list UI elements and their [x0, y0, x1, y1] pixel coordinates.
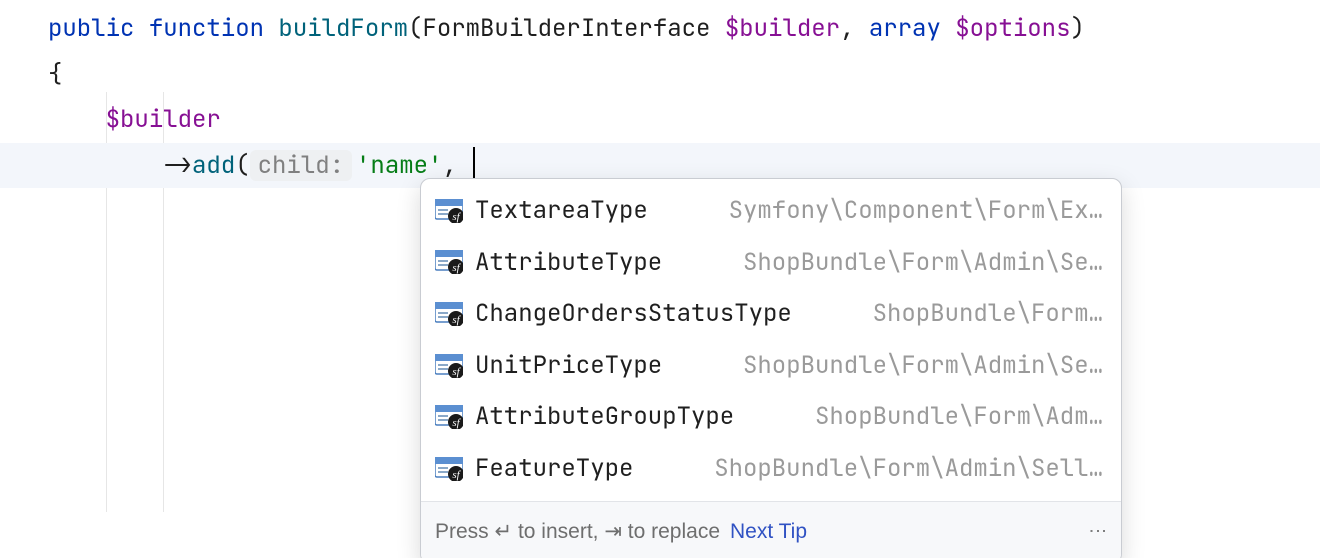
completion-label: AttributeGroupType [475, 394, 734, 440]
completion-label: ChangeOrdersStatusType [475, 291, 792, 337]
string-literal: 'name' [356, 150, 442, 181]
symfony-form-icon: sf [435, 199, 463, 223]
next-tip-link[interactable]: Next Tip [730, 512, 807, 552]
var-builder: $builder [725, 13, 840, 44]
completion-namespace: ShopBundle\Form… [853, 291, 1103, 337]
completion-item[interactable]: sf UnitPriceType ShopBundle\Form\Admin\S… [421, 340, 1121, 392]
type-name: FormBuilderInterface [422, 13, 710, 44]
param-hint-child: child: [250, 150, 352, 181]
completion-label: UnitPriceType [475, 343, 662, 389]
code-line: $builder [0, 97, 1320, 143]
completion-label: AttributeType [475, 240, 662, 286]
var-builder-2: $builder [106, 104, 221, 135]
keyword-array: array [869, 13, 941, 44]
symfony-form-icon: sf [435, 354, 463, 378]
completion-item[interactable]: sf AttributeType ShopBundle\Form\Admin\S… [421, 237, 1121, 289]
completion-footer: Press ↵ to insert, ⇥ to replace Next Tip… [421, 501, 1121, 558]
completion-list[interactable]: sf TextareaType Symfony\Component\Form\E… [421, 179, 1121, 501]
completion-item[interactable]: sf AttributeGroupType ShopBundle\Form\Ad… [421, 391, 1121, 443]
code-line: { [0, 52, 1320, 98]
code-line: public function buildForm(FormBuilderInt… [0, 6, 1320, 52]
completion-item[interactable]: sf ChangeOrdersStatusType ShopBundle\For… [421, 288, 1121, 340]
keyword-function: function [149, 13, 264, 44]
function-name: buildForm [278, 13, 408, 44]
arrow-op: -> [163, 150, 192, 181]
footer-hint: Press ↵ to insert, ⇥ to replace [435, 512, 720, 552]
more-menu-icon[interactable]: ⋮ [1089, 522, 1107, 542]
symfony-form-icon: sf [435, 250, 463, 274]
completion-item[interactable]: sf TextareaType Symfony\Component\Form\E… [421, 185, 1121, 237]
symfony-form-icon: sf [435, 302, 463, 326]
completion-namespace: Symfony\Component\Form\Ex… [709, 188, 1103, 234]
completion-namespace: ShopBundle\Form\Adm… [795, 394, 1103, 440]
completion-item[interactable]: sf FeatureType ShopBundle\Form\Admin\Sel… [421, 443, 1121, 495]
completion-label: TextareaType [475, 188, 648, 234]
tab-key-icon: ⇥ [604, 520, 622, 543]
code-editor[interactable]: public function buildForm(FormBuilderInt… [0, 0, 1320, 188]
completion-namespace: ShopBundle\Form\Admin\Sell… [694, 446, 1103, 492]
symfony-form-icon: sf [435, 457, 463, 481]
var-options: $options [955, 13, 1070, 44]
completion-namespace: ShopBundle\Form\Admin\Se… [723, 240, 1103, 286]
completion-label: FeatureType [475, 446, 633, 492]
completion-popup[interactable]: sf TextareaType Symfony\Component\Form\E… [420, 178, 1122, 558]
completion-namespace: ShopBundle\Form\Admin\Se… [723, 343, 1103, 389]
enter-key-icon: ↵ [495, 520, 513, 543]
method-add: add [192, 150, 235, 181]
keyword-public: public [48, 13, 134, 44]
symfony-form-icon: sf [435, 405, 463, 429]
text-caret [473, 147, 475, 179]
brace-open: { [48, 59, 62, 90]
